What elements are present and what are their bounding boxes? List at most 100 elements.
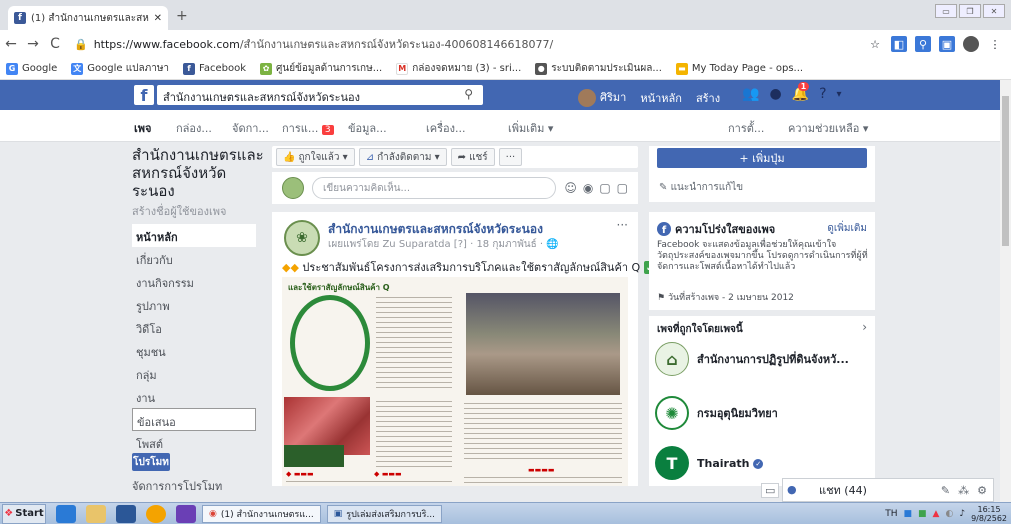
chat-settings-icon[interactable]: ● bbox=[787, 483, 797, 496]
tray-icon[interactable]: ■ bbox=[918, 509, 927, 519]
close-tab-icon[interactable]: ✕ bbox=[154, 13, 162, 24]
volume-icon[interactable]: ♪ bbox=[959, 509, 965, 519]
tab-help[interactable]: ความช่วยเหลือ ▾ bbox=[788, 119, 868, 137]
maximize-icon[interactable]: ❐ bbox=[959, 4, 981, 18]
nav-item-posts[interactable]: โพสต์ bbox=[132, 431, 256, 454]
following-button[interactable]: ⊿ กำลังติดตาม ▾ bbox=[358, 148, 447, 166]
share-button[interactable]: ➦ แชร์ bbox=[450, 148, 495, 166]
gear-icon[interactable]: ⚙ bbox=[977, 484, 987, 497]
suggest-edit-link[interactable]: ✎ แนะนำการแก้ไข bbox=[659, 180, 743, 195]
nav-item-home[interactable]: หน้าหลัก bbox=[132, 224, 256, 247]
chat-bar[interactable]: ▭ ● แชท (44) ✎ ⁂ ⚙ bbox=[761, 478, 994, 502]
nav-item-events[interactable]: งานกิจกรรม bbox=[132, 270, 256, 293]
keyboard-icon[interactable]: ▭ bbox=[761, 483, 780, 498]
page-scrollbar[interactable] bbox=[1000, 80, 1011, 502]
taskbar-task-word[interactable]: ▣ รูปเล่มส่งเสริมการบริ... bbox=[326, 504, 443, 523]
tab-insights[interactable]: ข้อมูล... bbox=[348, 119, 387, 137]
clock[interactable]: 16:15 9/8/2562 bbox=[971, 505, 1007, 523]
browser-tab[interactable]: f (1) สำนักงานเกษตรและสหกรณ์จังหวั ✕ bbox=[8, 6, 168, 30]
bookmark-agri-center[interactable]: ✿ ศูนย์ข้อมูลด้านการเกษ... bbox=[260, 61, 382, 76]
comment-input[interactable]: เขียนความคิดเห็น... bbox=[312, 177, 557, 199]
tray-icon[interactable]: ▲ bbox=[933, 509, 940, 519]
start-button[interactable]: ❖ Start bbox=[2, 503, 46, 524]
tab-more[interactable]: เพิ่มเติม ▾ bbox=[508, 119, 553, 137]
screenshot-extension-icon[interactable]: ▣ bbox=[939, 36, 955, 52]
group-icon[interactable]: ⁂ bbox=[958, 484, 969, 497]
back-icon[interactable]: ← bbox=[0, 36, 22, 52]
page-title[interactable]: สำนักงานเกษตรและสหกรณ์จังหวัดระนอง bbox=[132, 146, 264, 200]
nav-item-about[interactable]: เกี่ยวกับ bbox=[132, 247, 256, 270]
help-icon[interactable]: ? bbox=[819, 86, 826, 102]
outlook-icon[interactable] bbox=[116, 504, 136, 523]
camera-icon[interactable]: ◉ bbox=[583, 181, 593, 195]
menu-icon[interactable]: ⋮ bbox=[987, 36, 1003, 52]
liked-page-item[interactable]: T Thairath ✓ bbox=[655, 446, 869, 480]
liked-page-item[interactable]: ✺ กรมอุตุนิยมวิทยา bbox=[655, 396, 869, 430]
facebook-logo-icon[interactable]: f bbox=[134, 85, 154, 105]
minimize-icon[interactable]: ▭ bbox=[935, 4, 957, 18]
firefox-icon[interactable] bbox=[146, 504, 166, 523]
nav-item-offers[interactable]: ข้อเสนอ bbox=[132, 408, 256, 431]
media-player-icon[interactable] bbox=[176, 504, 196, 523]
tray-icon[interactable]: ◐ bbox=[945, 509, 953, 519]
close-window-icon[interactable]: ✕ bbox=[983, 4, 1005, 18]
search-icon[interactable]: ⚲ bbox=[464, 87, 473, 101]
ie-icon[interactable] bbox=[56, 504, 76, 523]
language-indicator[interactable]: TH bbox=[885, 509, 897, 519]
friends-icon[interactable]: 👥 bbox=[742, 86, 759, 102]
bookmark-google[interactable]: G Google bbox=[6, 62, 57, 75]
new-tab-button[interactable]: + bbox=[176, 8, 188, 24]
tab-manage[interactable]: จัดกา... bbox=[232, 119, 269, 137]
profile-link[interactable]: ศิริมา bbox=[578, 88, 626, 107]
nav-item-jobs[interactable]: งาน bbox=[132, 385, 256, 408]
search-extension-icon[interactable]: ⚲ bbox=[915, 36, 931, 52]
notifications-icon[interactable]: 🔔 1 bbox=[792, 82, 810, 102]
bookmark-evaluation[interactable]: ● ระบบติดตามประเมินผล... bbox=[535, 61, 662, 76]
tray-icon[interactable]: ■ bbox=[904, 509, 913, 519]
create-username-link[interactable]: สร้างชื่อผู้ใช้ของเพจ bbox=[132, 202, 264, 220]
nav-home[interactable]: หน้าหลัก bbox=[640, 89, 682, 107]
messenger-icon[interactable]: ● bbox=[769, 86, 781, 102]
bookmark-facebook[interactable]: f Facebook bbox=[183, 62, 246, 75]
bookmark-google-translate[interactable]: 文 Google แปลภาษา bbox=[71, 61, 169, 76]
tab-inbox[interactable]: กล่อง... bbox=[176, 119, 212, 137]
nav-item-groups[interactable]: กลุ่ม bbox=[132, 362, 256, 385]
nav-item-photos[interactable]: รูปภาพ bbox=[132, 293, 256, 316]
nav-item-videos[interactable]: วิดีโอ bbox=[132, 316, 256, 339]
reload-icon[interactable]: C bbox=[44, 36, 66, 52]
browser-tab-strip: f (1) สำนักงานเกษตรและสหกรณ์จังหวั ✕ + ▭… bbox=[0, 0, 1011, 30]
post-options-button[interactable]: ··· bbox=[617, 218, 628, 232]
tab-page[interactable]: เพจ bbox=[134, 119, 151, 137]
emoji-icon[interactable]: ☺ bbox=[564, 181, 577, 195]
liked-button[interactable]: 👍 ถูกใจแล้ว ▾ bbox=[276, 148, 355, 166]
manage-promotions-link[interactable]: จัดการการโปรโมท bbox=[132, 477, 222, 495]
nav-create[interactable]: สร้าง bbox=[696, 89, 720, 107]
taskbar-task-chrome[interactable]: ◉ (1) สำนักงานเกษตรแ... bbox=[202, 504, 321, 523]
more-actions-button[interactable]: ··· bbox=[498, 148, 523, 166]
url-field[interactable]: 🔒 https://www.facebook.com/สำนักงานเกษตร… bbox=[74, 34, 874, 54]
profile-avatar[interactable] bbox=[963, 36, 979, 52]
tab-tools[interactable]: เครื่อง... bbox=[426, 119, 466, 137]
sticker-icon[interactable]: ▢ bbox=[617, 181, 628, 195]
tab-notifications[interactable]: การแ... 3 bbox=[282, 119, 334, 137]
bookmark-my-today[interactable]: ▬ My Today Page - ops... bbox=[675, 62, 803, 75]
liked-page-item[interactable]: ⌂ สำนักงานการปฏิรูปที่ดินจังหวั... bbox=[655, 342, 869, 376]
see-more-link[interactable]: ดูเพิ่มเติม bbox=[827, 221, 867, 236]
search-input[interactable]: สำนักงานเกษตรและสหกรณ์จังหวัดระนอง ⚲ bbox=[157, 85, 483, 105]
promote-button[interactable]: โปรโมท bbox=[132, 453, 170, 471]
post-image[interactable]: และใช้ตราสัญลักษณ์สินค้า Q ◆ ▬▬▬ ◆ ▬▬▬ ▬… bbox=[282, 277, 628, 486]
chevron-right-icon[interactable]: › bbox=[862, 320, 867, 334]
gif-icon[interactable]: ▢ bbox=[599, 181, 610, 195]
explorer-icon[interactable] bbox=[86, 504, 106, 523]
page-avatar[interactable]: ❀ bbox=[284, 220, 320, 256]
tab-settings[interactable]: การตั้... bbox=[728, 119, 764, 137]
star-icon[interactable]: ☆ bbox=[867, 36, 883, 52]
nav-item-community[interactable]: ชุมชน bbox=[132, 339, 256, 362]
account-menu-icon[interactable]: ▾ bbox=[837, 89, 842, 100]
extension-icon[interactable]: ◧ bbox=[891, 36, 907, 52]
scrollbar-thumb[interactable] bbox=[1002, 96, 1009, 246]
add-button[interactable]: + เพิ่มปุ่ม bbox=[657, 148, 867, 168]
forward-icon[interactable]: → bbox=[22, 36, 44, 52]
compose-icon[interactable]: ✎ bbox=[941, 484, 950, 497]
bookmark-gmail[interactable]: M กล่องจดหมาย (3) - sri... bbox=[396, 61, 521, 76]
